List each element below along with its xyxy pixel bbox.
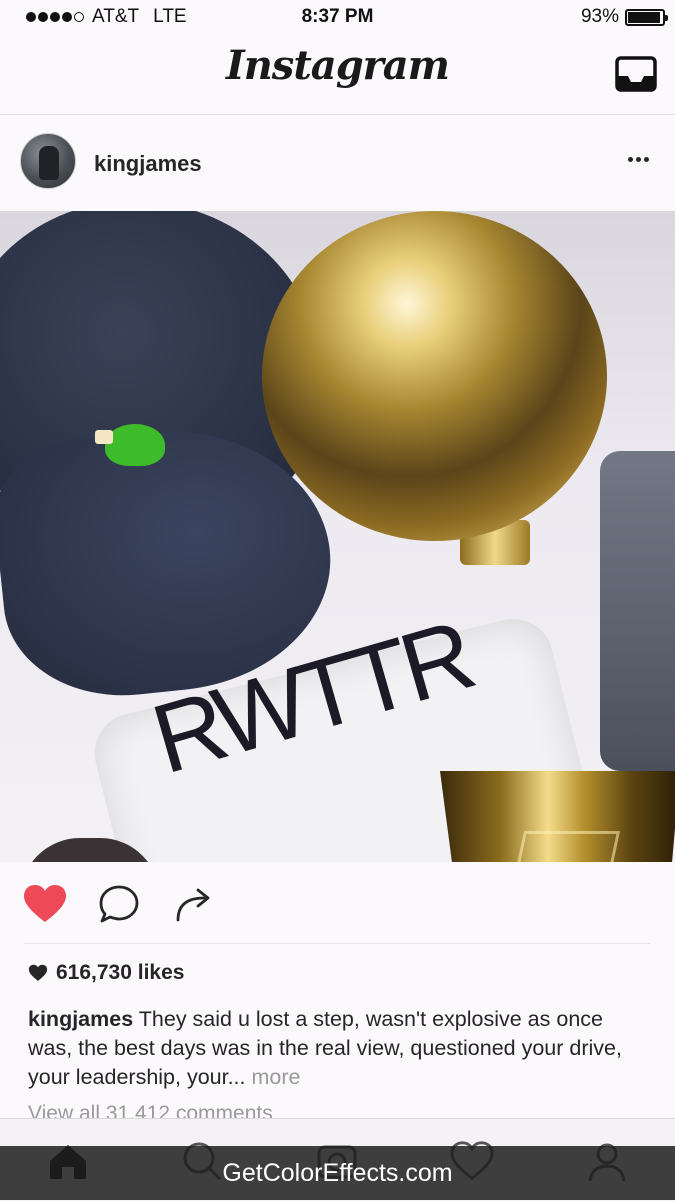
- trophy-base: [440, 771, 675, 862]
- kermit-patch: [95, 416, 165, 466]
- heart-filled-icon[interactable]: [22, 884, 68, 929]
- likes-count[interactable]: 616,730 likes: [28, 961, 184, 985]
- caption: kingjames They said u lost a step, wasn'…: [28, 1005, 648, 1092]
- caption-username[interactable]: kingjames: [28, 1007, 133, 1031]
- inbox-tray-icon[interactable]: [615, 56, 657, 92]
- battery-info: 93%: [580, 6, 668, 28]
- share-icon[interactable]: [174, 884, 216, 929]
- divider: [24, 943, 650, 944]
- post-header: kingjames: [0, 115, 675, 210]
- instagram-logo: Instagram: [226, 42, 450, 89]
- status-time: 8:37 PM: [301, 6, 374, 27]
- small-heart-icon: [28, 964, 48, 981]
- battery-percent: 93%: [580, 6, 619, 27]
- trophy-ball: [262, 211, 607, 541]
- more-dots-icon[interactable]: [624, 153, 653, 166]
- battery-icon: [625, 8, 668, 26]
- status-bar: AT&T LTE 8:37 PM 93%: [0, 0, 675, 34]
- app-header: Instagram: [0, 34, 675, 115]
- caption-more-link[interactable]: more: [252, 1065, 301, 1089]
- post-username[interactable]: kingjames: [94, 151, 202, 177]
- comment-icon[interactable]: [98, 884, 140, 931]
- likes-label: 616,730 likes: [56, 961, 185, 984]
- post-actions: [0, 862, 675, 944]
- avatar[interactable]: [20, 133, 76, 189]
- watermark-text: GetColorEffects.com: [222, 1159, 453, 1187]
- view-comments-link[interactable]: View all 31,412 comments: [28, 1100, 273, 1118]
